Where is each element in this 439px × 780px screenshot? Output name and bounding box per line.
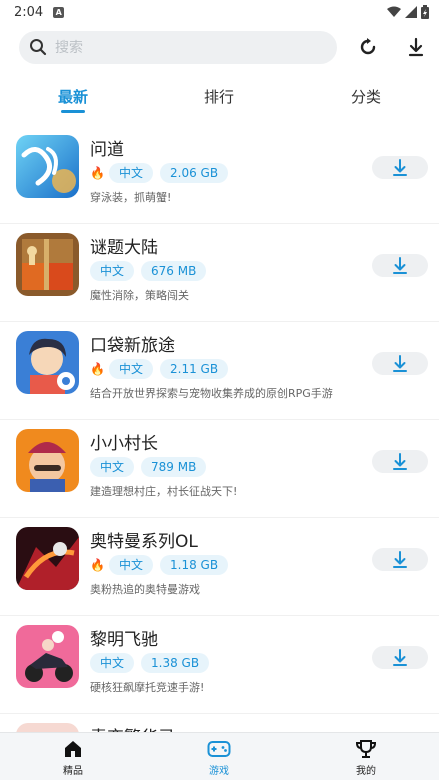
download-button[interactable] bbox=[372, 254, 428, 277]
language-badge: 中文 bbox=[109, 555, 154, 575]
trophy-icon bbox=[355, 740, 377, 758]
nav-mine-label: 我的 bbox=[356, 766, 376, 777]
app-name: 黎明飞驰 bbox=[90, 630, 158, 650]
list-item[interactable]: 口袋新旅途 🔥 中文 2.11 GB 结合开放世界探索与宠物收集养成的原创RPG… bbox=[0, 322, 439, 420]
bottom-nav: 精品 游戏 我的 bbox=[0, 732, 439, 780]
download-icon bbox=[393, 158, 407, 176]
tab-latest-label: 最新 bbox=[57, 88, 89, 106]
language-badge: 中文 bbox=[90, 457, 135, 477]
app-description: 穿泳装，抓萌蟹! bbox=[90, 191, 172, 204]
nav-games-label: 游戏 bbox=[209, 766, 229, 777]
list-item[interactable]: 问道 🔥 中文 2.06 GB 穿泳装，抓萌蟹! bbox=[0, 126, 439, 224]
tab-category[interactable]: 分类 bbox=[351, 86, 381, 107]
app-name: 问道 bbox=[90, 140, 124, 160]
size-badge: 2.06 GB bbox=[160, 163, 229, 183]
size-badge: 789 MB bbox=[141, 457, 207, 477]
app-description: 建造理想村庄，村长征战天下! bbox=[90, 485, 238, 498]
language-badge: 中文 bbox=[90, 653, 135, 673]
app-icon-qinglian bbox=[16, 723, 79, 732]
app-tags: 中文 1.38 GB bbox=[90, 653, 210, 673]
tab-category-label: 分类 bbox=[350, 88, 382, 106]
gamepad-icon bbox=[207, 741, 231, 757]
app-tags: 🔥 中文 2.06 GB bbox=[90, 163, 229, 183]
app-name: 口袋新旅途 bbox=[90, 336, 175, 356]
language-badge: 中文 bbox=[109, 163, 154, 183]
download-manager-button[interactable] bbox=[403, 34, 429, 60]
list-item[interactable]: 小小村长 中文 789 MB 建造理想村庄，村长征战天下! bbox=[0, 420, 439, 518]
app-name: 奥特曼系列OL bbox=[90, 532, 198, 552]
app-icon-little-village-chief bbox=[16, 429, 79, 492]
notification-a-icon: A bbox=[53, 6, 65, 18]
nav-games[interactable]: 游戏 bbox=[189, 739, 249, 777]
download-icon bbox=[393, 648, 407, 666]
size-badge: 1.38 GB bbox=[141, 653, 210, 673]
nav-mine[interactable]: 我的 bbox=[336, 739, 396, 777]
app-tags: 中文 789 MB bbox=[90, 457, 207, 477]
signal-icon bbox=[405, 6, 417, 18]
search-placeholder: 搜索 bbox=[55, 40, 83, 56]
size-badge: 1.18 GB bbox=[160, 555, 229, 575]
app-tags: 🔥 中文 1.18 GB bbox=[90, 555, 229, 575]
refresh-icon bbox=[360, 38, 376, 55]
download-icon bbox=[393, 452, 407, 470]
app-description: 结合开放世界探索与宠物收集养成的原创RPG手游 bbox=[90, 387, 333, 400]
language-badge: 中文 bbox=[109, 359, 154, 379]
battery-icon bbox=[421, 5, 429, 19]
home-icon bbox=[65, 741, 81, 757]
download-icon bbox=[393, 550, 407, 568]
search-icon bbox=[30, 39, 47, 56]
size-badge: 676 MB bbox=[141, 261, 207, 281]
app-tags: 🔥 中文 2.11 GB bbox=[90, 359, 229, 379]
app-description: 奥粉热追的奥特曼游戏 bbox=[90, 583, 200, 596]
app-icon-pocket-journey bbox=[16, 331, 79, 394]
hot-flame-icon: 🔥 bbox=[90, 558, 105, 572]
download-button[interactable] bbox=[372, 548, 428, 571]
app-list: 问道 🔥 中文 2.06 GB 穿泳装，抓萌蟹! 谜题大陆 中文 676 MB … bbox=[0, 126, 439, 732]
tab-latest[interactable]: 最新 bbox=[57, 86, 89, 113]
download-button[interactable] bbox=[372, 352, 428, 375]
app-description: 魔性消除，策略闯关 bbox=[90, 289, 189, 302]
status-bar: 2:04 A bbox=[0, 0, 439, 24]
size-badge: 2.11 GB bbox=[160, 359, 229, 379]
list-item[interactable]: 青恋繁华录 bbox=[0, 714, 439, 732]
category-tabs: 最新 排行 分类 bbox=[0, 86, 439, 116]
app-name: 青恋繁华录 bbox=[90, 723, 175, 732]
app-description: 硬核狂飙摩托竞速手游! bbox=[90, 681, 205, 694]
app-icon-dawn-racing bbox=[16, 625, 79, 688]
status-time: 2:04 bbox=[14, 4, 44, 20]
download-icon bbox=[393, 256, 407, 274]
list-item[interactable]: 黎明飞驰 中文 1.38 GB 硬核狂飙摩托竞速手游! bbox=[0, 616, 439, 714]
app-icon-ultraman-ol bbox=[16, 527, 79, 590]
nav-featured-label: 精品 bbox=[63, 766, 83, 777]
tab-ranking-label: 排行 bbox=[203, 88, 235, 106]
hot-flame-icon: 🔥 bbox=[90, 362, 105, 376]
search-input[interactable]: 搜索 bbox=[19, 30, 337, 64]
language-badge: 中文 bbox=[90, 261, 135, 281]
download-icon bbox=[393, 354, 407, 372]
list-item[interactable]: 谜题大陆 中文 676 MB 魔性消除，策略闯关 bbox=[0, 224, 439, 322]
download-button[interactable] bbox=[372, 156, 428, 179]
app-name: 谜题大陆 bbox=[90, 238, 158, 258]
hot-flame-icon: 🔥 bbox=[90, 166, 105, 180]
tab-active-indicator bbox=[60, 110, 85, 113]
app-icon-wendao bbox=[16, 135, 79, 198]
app-tags: 中文 676 MB bbox=[90, 261, 207, 281]
nav-featured[interactable]: 精品 bbox=[43, 739, 103, 777]
app-name: 小小村长 bbox=[90, 434, 158, 454]
download-icon bbox=[408, 37, 424, 57]
wifi-icon bbox=[387, 6, 401, 17]
tab-ranking[interactable]: 排行 bbox=[204, 86, 234, 107]
list-item[interactable]: 奥特曼系列OL 🔥 中文 1.18 GB 奥粉热追的奥特曼游戏 bbox=[0, 518, 439, 616]
download-button[interactable] bbox=[372, 450, 428, 473]
download-button[interactable] bbox=[372, 646, 428, 669]
app-icon-puzzle-land bbox=[16, 233, 79, 296]
refresh-button[interactable] bbox=[355, 34, 381, 60]
